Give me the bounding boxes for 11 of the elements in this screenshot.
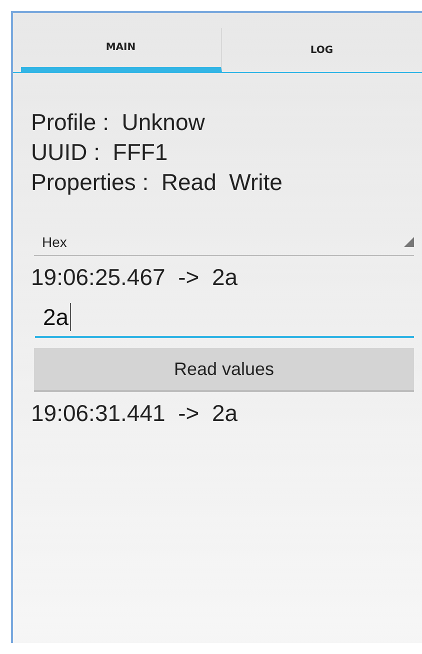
- info-line: Properties : Read Write: [31, 168, 284, 197]
- info-line: UUID : FFF1: [31, 138, 169, 167]
- read-value-line: 19:06:25.467 -> 2a: [31, 263, 239, 292]
- read-values-button[interactable]: Read values: [34, 348, 414, 392]
- dropdown-corner-icon: [404, 237, 414, 247]
- input-field[interactable]: 2a: [35, 298, 414, 338]
- tab[interactable]: LOG: [222, 28, 422, 72]
- format-dropdown[interactable]: Hex: [34, 229, 414, 256]
- log-line: 19:06:31.441 -> 2a: [31, 399, 239, 428]
- info-line: Profile : Unknow: [31, 108, 206, 137]
- tab[interactable]: MAIN: [21, 28, 222, 72]
